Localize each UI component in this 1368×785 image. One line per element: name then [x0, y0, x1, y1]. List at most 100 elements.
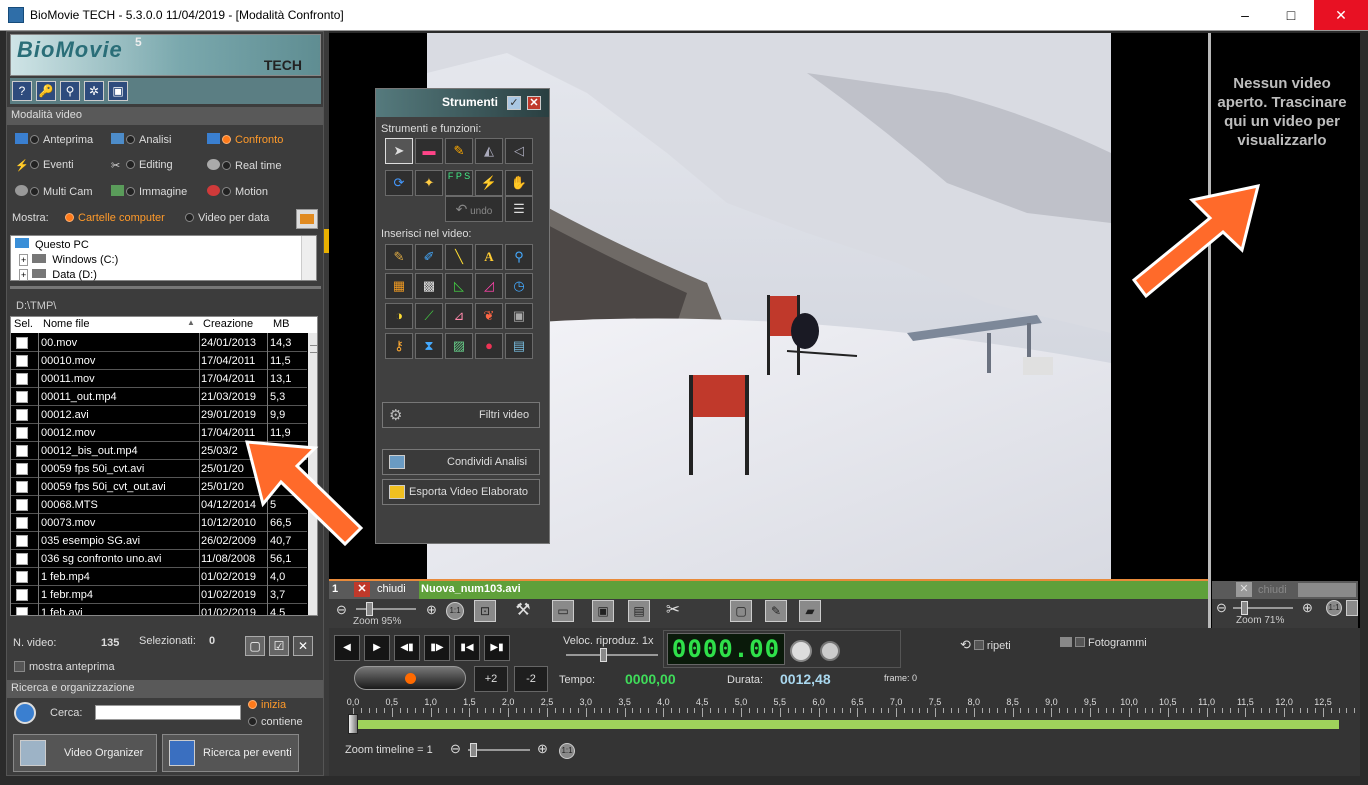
zoom-box-icon[interactable]: ⚲	[505, 244, 533, 270]
table-row[interactable]: 00.mov 24/01/2013 14,3	[11, 334, 307, 352]
undo-button[interactable]: ↶ undo	[445, 196, 503, 222]
player1-close-label[interactable]: chiudi	[377, 583, 406, 595]
table-row[interactable]: 1 feb.mp4 01/02/2019 4,0	[11, 568, 307, 586]
row-checkbox[interactable]	[16, 481, 28, 493]
mode-immagine[interactable]: Immagine	[111, 185, 187, 198]
zoom-slider-2[interactable]	[1233, 601, 1293, 615]
zoom-in-icon[interactable]: ⊕	[426, 602, 437, 618]
table-row[interactable]: 00012.avi 29/01/2019 9,9	[11, 406, 307, 424]
zoom-slider-1[interactable]	[356, 602, 416, 616]
text-icon[interactable]: A	[475, 244, 503, 270]
row-checkbox[interactable]	[16, 355, 28, 367]
timeline-zoom-in-icon[interactable]: ⊕	[537, 741, 548, 757]
height-icon[interactable]: ◿	[475, 273, 503, 299]
calendar-icon[interactable]	[296, 209, 318, 229]
snapshot-icon[interactable]: ▣	[592, 600, 614, 622]
go-end-icon[interactable]: ▶▮	[484, 635, 510, 661]
search-begins-option[interactable]: inizia	[248, 699, 286, 711]
step-forward-icon[interactable]: ▮▶	[424, 635, 450, 661]
minus-two-button[interactable]: -2	[514, 666, 548, 692]
picture-tool-icon[interactable]: ▨	[445, 333, 473, 359]
frames-toggle[interactable]: Fotogrammi	[1060, 637, 1147, 649]
mode-eventi[interactable]: ⚡ Eventi	[15, 159, 74, 172]
hourglass-icon[interactable]: ⧗	[415, 333, 443, 359]
tree-root[interactable]: Questo PC	[15, 238, 89, 251]
mode-motion[interactable]: Motion	[207, 185, 268, 198]
line-icon[interactable]: ╲	[445, 244, 473, 270]
jog-wheel[interactable]	[354, 666, 466, 690]
timeline-track[interactable]	[350, 719, 1340, 730]
row-checkbox[interactable]	[16, 409, 28, 421]
go-start-icon[interactable]: ▮◀	[454, 635, 480, 661]
timeline-zoom-slider[interactable]	[468, 743, 530, 757]
mirror-icon[interactable]: ◭	[475, 138, 503, 164]
zoom-out-icon[interactable]: ⊖	[336, 602, 347, 618]
grid-icon[interactable]: ▦	[385, 273, 413, 299]
maximize-button[interactable]: □	[1268, 0, 1314, 30]
play-icon[interactable]: ▶	[364, 635, 390, 661]
tools-icon[interactable]: ⚒	[512, 600, 534, 622]
event-search-button[interactable]: Ricerca per eventi	[162, 734, 299, 772]
search-input[interactable]	[95, 705, 241, 720]
mode-anteprima[interactable]: Anteprima	[15, 133, 93, 146]
hand-icon[interactable]: ✋	[505, 170, 533, 196]
row-checkbox[interactable]	[16, 517, 28, 529]
zoom-1to1-icon[interactable]: 1:1	[446, 602, 464, 620]
row-checkbox[interactable]	[16, 535, 28, 547]
row-checkbox[interactable]	[16, 589, 28, 601]
search-contains-option[interactable]: contiene	[248, 716, 303, 728]
table-row[interactable]: 00010.mov 17/04/2011 11,5	[11, 352, 307, 370]
help-icon[interactable]: ?	[12, 81, 32, 101]
deselect-icon[interactable]: ▢	[245, 636, 265, 656]
screenshot-icon[interactable]: ▤	[505, 333, 533, 359]
close-palette-icon[interactable]: ✕	[527, 96, 541, 110]
table-row[interactable]: 1 febr.mp4 01/02/2019 3,7	[11, 586, 307, 604]
show-preview-toggle[interactable]: mostra anteprima	[14, 661, 115, 673]
step-back-icon[interactable]: ◀▮	[394, 635, 420, 661]
stopwatch-icon[interactable]: ◷	[505, 273, 533, 299]
mode-confronto[interactable]: Confronto	[207, 133, 283, 146]
mode-multicam[interactable]: Multi Cam	[15, 185, 93, 198]
timeline-cursor[interactable]	[348, 714, 358, 734]
eraser-all-icon[interactable]: ▰	[799, 600, 821, 622]
row-checkbox[interactable]	[16, 553, 28, 565]
share-analysis-button[interactable]: Condividi Analisi	[382, 449, 540, 475]
gallery-icon[interactable]: ▤	[628, 600, 650, 622]
brush-erase-icon[interactable]: ✎	[445, 138, 473, 164]
show-folders-option[interactable]: Cartelle computer	[65, 212, 165, 224]
rays-icon[interactable]: ⊿	[445, 303, 473, 329]
table-row[interactable]: 1 feb.avi 01/02/2019 4,5	[11, 604, 307, 615]
zoom-1to1-2-icon[interactable]: 1:1	[1326, 600, 1342, 616]
row-checkbox[interactable]	[16, 571, 28, 583]
mode-analisi[interactable]: Analisi	[111, 133, 171, 146]
table-row[interactable]: 00011.mov 17/04/2011 13,1	[11, 370, 307, 388]
stopwatch-display-icon[interactable]	[790, 640, 812, 662]
search-person-icon[interactable]: ⚲	[60, 81, 80, 101]
row-checkbox[interactable]	[16, 427, 28, 439]
camera-icon[interactable]: ▣	[505, 303, 533, 329]
key-tool-icon[interactable]: ⚷	[385, 333, 413, 359]
row-checkbox[interactable]	[16, 499, 28, 511]
pointer-tool-icon[interactable]: ➤	[385, 138, 413, 164]
player1-close-icon[interactable]: ✕	[354, 582, 370, 597]
magic-pointer-icon[interactable]: ✦	[415, 170, 443, 196]
angle-icon[interactable]: ◺	[445, 273, 473, 299]
minimize-button[interactable]: –	[1222, 0, 1268, 30]
list-icon[interactable]: ☰	[505, 196, 533, 222]
tree-scrollbar[interactable]	[301, 236, 316, 280]
fit-zoom-icon[interactable]: ⊡	[474, 600, 496, 622]
timeline-zoom-out-icon[interactable]: ⊖	[450, 741, 461, 757]
flip-icon[interactable]: ◁	[505, 138, 533, 164]
overlay-icon[interactable]: ●	[475, 333, 503, 359]
speed-slider[interactable]	[566, 648, 658, 662]
row-checkbox[interactable]	[16, 463, 28, 475]
minimize-palette-icon[interactable]: ✓	[507, 96, 521, 110]
zoom-out-2-icon[interactable]: ⊖	[1216, 600, 1227, 616]
table-row[interactable]: 036 sg confronto uno.avi 11/08/2008 56,1	[11, 550, 307, 568]
plus-two-button[interactable]: +2	[474, 666, 508, 692]
lightning-tool-icon[interactable]: ⚡	[475, 170, 503, 196]
cut-icon[interactable]: ✂	[662, 600, 684, 622]
marker-icon[interactable]: ✐	[415, 244, 443, 270]
export-video-button[interactable]: Esporta Video Elaborato	[382, 479, 540, 505]
clear-icon[interactable]: ✕	[293, 636, 313, 656]
